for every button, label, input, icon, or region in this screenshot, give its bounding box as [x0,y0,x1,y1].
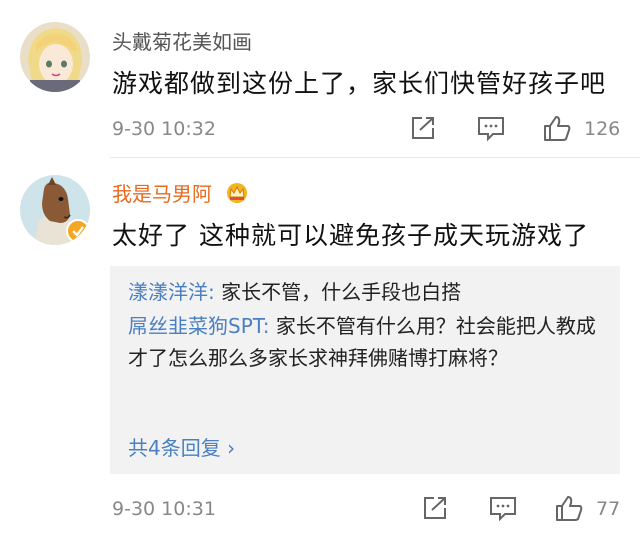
avatar[interactable] [20,175,90,245]
comment-item: 头戴菊花美如画 游戏都做到这份上了，家长们快管好孩子吧 9-30 10:32 1… [0,0,640,158]
reply-username[interactable]: 漾漾洋洋: [128,280,215,304]
comment-time: 9-30 10:32 [112,118,216,140]
comment-username[interactable]: 我是马男阿 [112,178,250,207]
reply-text: 家长不管，什么手段也白搭 [214,280,462,304]
reply-item: 漾漾洋洋: 家长不管，什么手段也白搭 [128,276,606,308]
comment-meta: 9-30 10:32 126 [112,108,640,148]
more-replies-link[interactable]: 共4条回复 › [128,432,235,461]
comment-icon[interactable] [488,494,518,522]
comment-time: 9-30 10:31 [112,498,216,520]
reply-item: 屌丝韭菜狗SPT: 家长不管有什么用？社会能把人教成才了怎么那么多家长求神拜佛赌… [128,310,606,374]
comment-item: 我是马男阿 太好了 这种就可以避免孩子成天玩游戏了 漾漾洋洋: 家长不管，什么手… [0,158,640,549]
verified-badge-icon [66,219,90,243]
comment-text: 太好了 这种就可以避免孩子成天玩游戏了 [112,221,589,250]
comment-meta: 9-30 10:31 77 [112,488,640,528]
avatar[interactable] [20,22,90,92]
reply-panel: 漾漾洋洋: 家长不管，什么手段也白搭 屌丝韭菜狗SPT: 家长不管有什么用？社会… [110,266,620,474]
like-count: 77 [596,498,621,520]
like-icon[interactable] [554,494,584,522]
username-text: 我是马男阿 [112,182,212,206]
reply-username[interactable]: 屌丝韭菜狗SPT: [128,314,270,338]
like-count: 126 [584,118,621,140]
comment-username[interactable]: 头戴菊花美如画 [112,26,252,55]
comment-icon[interactable] [476,114,506,142]
crown-badge-icon [224,182,250,204]
like-icon[interactable] [542,114,572,142]
comment-text: 游戏都做到这份上了，家长们快管好孩子吧 [112,69,607,98]
share-icon[interactable] [408,114,438,142]
share-icon[interactable] [420,494,450,522]
